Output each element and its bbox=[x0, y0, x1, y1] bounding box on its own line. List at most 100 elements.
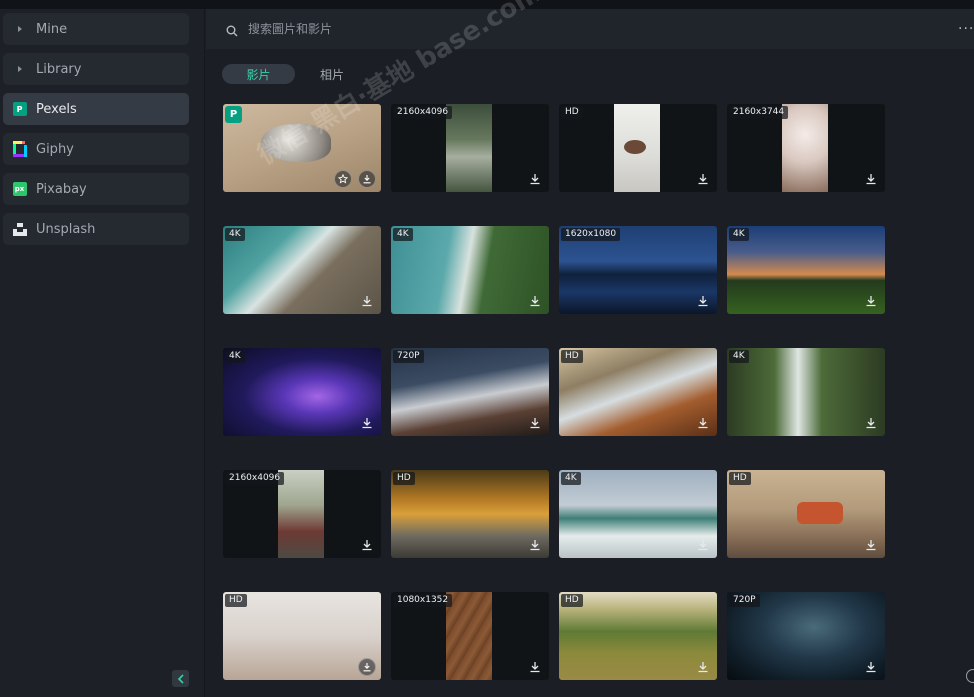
media-card[interactable]: HD bbox=[559, 104, 717, 192]
triangle-right-icon bbox=[3, 26, 36, 32]
sidebar-item-label: Pexels bbox=[36, 101, 77, 117]
chevron-left-icon bbox=[177, 673, 184, 684]
media-card[interactable]: 4K bbox=[727, 226, 885, 314]
resolution-badge: 4K bbox=[561, 472, 581, 485]
sidebar-item-label: Library bbox=[36, 61, 82, 77]
thumbnail-stream-portrait bbox=[446, 104, 492, 192]
download-button[interactable] bbox=[862, 658, 880, 676]
download-button[interactable] bbox=[526, 536, 544, 554]
sidebar-item-pexels[interactable]: P Pexels bbox=[3, 93, 189, 125]
download-button[interactable] bbox=[694, 536, 712, 554]
download-icon bbox=[698, 540, 708, 551]
resolution-badge: 1620x1080 bbox=[561, 228, 621, 241]
triangle-right-icon bbox=[3, 66, 36, 72]
resolution-badge: HD bbox=[561, 106, 583, 119]
download-button[interactable] bbox=[862, 292, 880, 310]
download-icon bbox=[698, 174, 708, 185]
sidebar-item-label: Giphy bbox=[36, 141, 74, 157]
media-card[interactable]: 4K bbox=[223, 348, 381, 436]
download-button[interactable] bbox=[526, 658, 544, 676]
title-strip bbox=[0, 0, 974, 9]
resolution-badge: HD bbox=[561, 594, 583, 607]
pexels-logo-icon: P bbox=[3, 102, 36, 116]
download-button[interactable] bbox=[358, 414, 376, 432]
resolution-badge: 4K bbox=[225, 350, 245, 363]
media-card[interactable]: 720P bbox=[727, 592, 885, 680]
media-card[interactable]: 4K bbox=[391, 226, 549, 314]
download-icon bbox=[358, 170, 376, 188]
download-icon bbox=[530, 296, 540, 307]
pixabay-logo-icon: px bbox=[3, 182, 36, 196]
download-button[interactable] bbox=[526, 414, 544, 432]
media-card[interactable]: 4K bbox=[223, 226, 381, 314]
resolution-badge: 1080x1352 bbox=[393, 594, 453, 607]
sidebar: Mine Library P Pexels Giphy px Pixabay U… bbox=[0, 9, 205, 697]
download-button[interactable] bbox=[526, 292, 544, 310]
download-button[interactable] bbox=[526, 170, 544, 188]
resolution-badge: HD bbox=[225, 594, 247, 607]
download-button[interactable] bbox=[694, 658, 712, 676]
download-button[interactable] bbox=[358, 536, 376, 554]
resolution-badge: 4K bbox=[729, 228, 749, 241]
sidebar-item-mine[interactable]: Mine bbox=[3, 13, 189, 45]
media-card[interactable]: HD bbox=[223, 592, 381, 680]
resolution-badge: 4K bbox=[393, 228, 413, 241]
sidebar-item-pixabay[interactable]: px Pixabay bbox=[3, 173, 189, 205]
search-bar: ··· bbox=[206, 9, 974, 49]
download-button[interactable] bbox=[358, 292, 376, 310]
sidebar-item-label: Mine bbox=[36, 21, 68, 37]
media-card[interactable]: HD bbox=[391, 470, 549, 558]
sidebar-item-giphy[interactable]: Giphy bbox=[3, 133, 189, 165]
thumbnail-hand-with-soil bbox=[614, 104, 660, 192]
download-icon bbox=[362, 296, 372, 307]
search-icon bbox=[226, 22, 238, 41]
download-button[interactable] bbox=[358, 658, 376, 676]
media-card[interactable]: HD bbox=[559, 592, 717, 680]
download-icon bbox=[866, 296, 876, 307]
media-card[interactable]: 1620x1080 bbox=[559, 226, 717, 314]
resolution-badge: 2160x3744 bbox=[729, 106, 789, 119]
download-button[interactable] bbox=[358, 170, 376, 188]
media-card[interactable]: 2160x4096 bbox=[391, 104, 549, 192]
media-card[interactable]: 720P bbox=[391, 348, 549, 436]
resolution-badge: HD bbox=[561, 350, 583, 363]
download-button[interactable] bbox=[862, 536, 880, 554]
download-icon bbox=[362, 418, 372, 429]
resolution-badge: HD bbox=[729, 472, 751, 485]
media-card[interactable]: 1080x1352 bbox=[391, 592, 549, 680]
download-icon bbox=[530, 418, 540, 429]
search-input[interactable] bbox=[248, 18, 848, 40]
more-options-button[interactable]: ··· bbox=[958, 21, 974, 37]
thumbnail-couple-car-portrait bbox=[278, 470, 324, 558]
download-button[interactable] bbox=[862, 170, 880, 188]
download-button[interactable] bbox=[862, 414, 880, 432]
download-icon bbox=[698, 296, 708, 307]
media-card[interactable]: HD bbox=[559, 348, 717, 436]
media-card[interactable]: P bbox=[223, 104, 381, 192]
sidebar-item-unsplash[interactable]: Unsplash bbox=[3, 213, 189, 245]
giphy-logo-icon bbox=[3, 141, 36, 157]
collapse-sidebar-button[interactable] bbox=[172, 670, 189, 687]
download-button[interactable] bbox=[694, 292, 712, 310]
media-card[interactable]: 2160x3744 bbox=[727, 104, 885, 192]
resolution-badge: 2160x4096 bbox=[225, 472, 285, 485]
download-icon bbox=[530, 540, 540, 551]
resolution-badge: 720P bbox=[393, 350, 424, 363]
tab-photo[interactable]: 相片 bbox=[302, 64, 362, 84]
download-icon bbox=[530, 174, 540, 185]
media-card[interactable]: 4K bbox=[559, 470, 717, 558]
help-circle-icon[interactable] bbox=[966, 669, 974, 683]
resolution-badge: 4K bbox=[729, 350, 749, 363]
download-button[interactable] bbox=[694, 170, 712, 188]
download-button[interactable] bbox=[694, 414, 712, 432]
unsplash-logo-icon bbox=[3, 222, 36, 236]
star-icon bbox=[334, 170, 352, 188]
download-icon bbox=[698, 418, 708, 429]
thumbnail-blossom-branch bbox=[782, 104, 828, 192]
media-card[interactable]: 2160x4096 bbox=[223, 470, 381, 558]
media-card[interactable]: HD bbox=[727, 470, 885, 558]
tab-video[interactable]: 影片 bbox=[222, 64, 295, 84]
sidebar-item-library[interactable]: Library bbox=[3, 53, 189, 85]
media-card[interactable]: 4K bbox=[727, 348, 885, 436]
favorite-button[interactable] bbox=[334, 170, 352, 188]
